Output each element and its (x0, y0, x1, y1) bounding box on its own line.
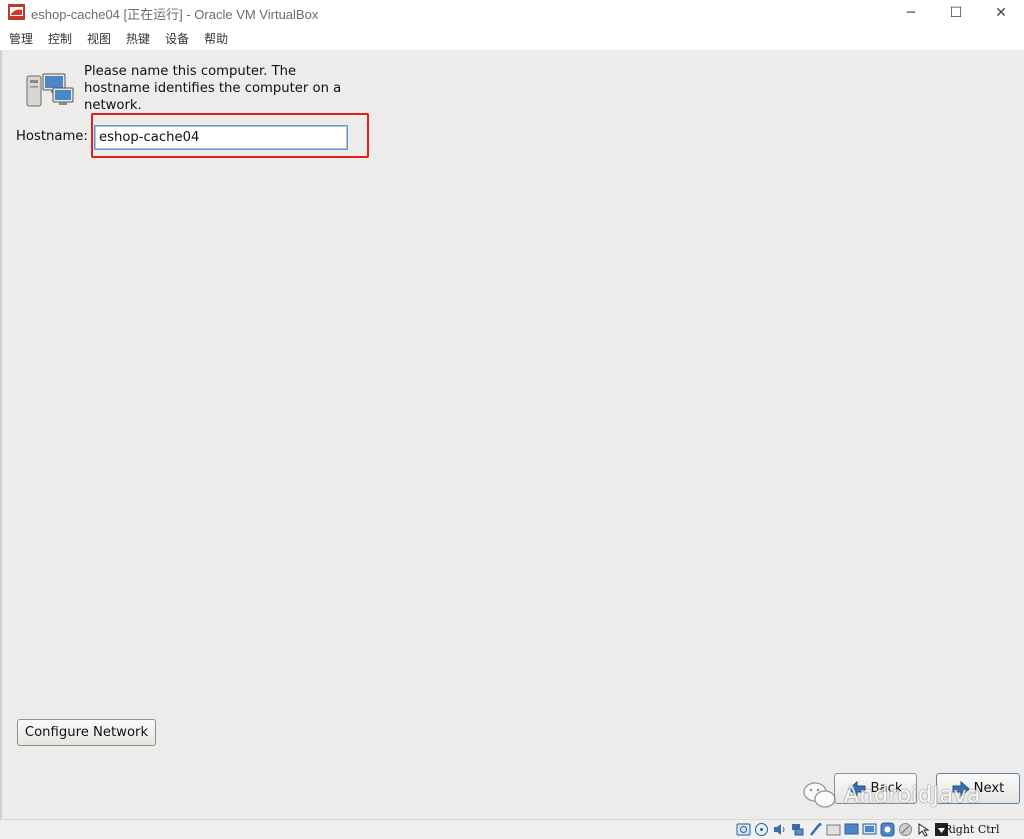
display-icon[interactable] (844, 822, 859, 837)
menu-help[interactable]: 帮助 (204, 30, 228, 47)
menu-manage[interactable]: 管理 (9, 30, 33, 47)
maximize-button[interactable]: ☐ (933, 0, 979, 26)
hostname-prompt: Please name this computer. The hostname … (84, 64, 342, 113)
mouse-integration-icon[interactable] (916, 822, 931, 837)
menu-hotkeys[interactable]: 热键 (126, 30, 150, 47)
recording-icon[interactable] (880, 822, 895, 837)
watermark: AndroidJava (802, 780, 981, 810)
shared-folder-icon[interactable] (826, 822, 841, 837)
chat-bubbles-icon (803, 782, 836, 808)
host-key-label: Right Ctrl (944, 823, 1000, 836)
audio-icon[interactable] (772, 822, 787, 837)
status-indicators (736, 822, 952, 837)
menu-devices[interactable]: 设备 (165, 30, 189, 47)
vm-screen[interactable]: Please name this computer. The hostname … (0, 50, 1024, 819)
menu-view[interactable]: 视图 (87, 30, 111, 47)
usb-icon[interactable] (808, 822, 823, 837)
window-title: eshop-cache04 [正在运行] - Oracle VM Virtual… (31, 7, 319, 22)
title-bar: eshop-cache04 [正在运行] - Oracle VM Virtual… (0, 0, 1024, 26)
video-capture-icon[interactable] (862, 822, 877, 837)
watermark-text: AndroidJava (844, 782, 982, 808)
hostname-input[interactable] (94, 125, 348, 150)
network-icon[interactable] (790, 822, 805, 837)
close-button[interactable]: ✕ (978, 0, 1024, 26)
virtualbox-vm-icon (8, 4, 25, 20)
menu-control[interactable]: 控制 (48, 30, 72, 47)
cpu-icon[interactable] (898, 822, 913, 837)
hard-disk-icon[interactable] (736, 822, 751, 837)
minimize-button[interactable]: ─ (888, 0, 934, 26)
configure-network-button[interactable]: Configure Network (17, 719, 156, 746)
hostname-label: Hostname: (16, 129, 88, 144)
network-computers-icon (26, 73, 74, 107)
menu-bar: 管理 控制 视图 热键 设备 帮助 (0, 27, 1024, 49)
optical-drive-icon[interactable] (754, 822, 769, 837)
status-bar: Right Ctrl (0, 819, 1024, 839)
